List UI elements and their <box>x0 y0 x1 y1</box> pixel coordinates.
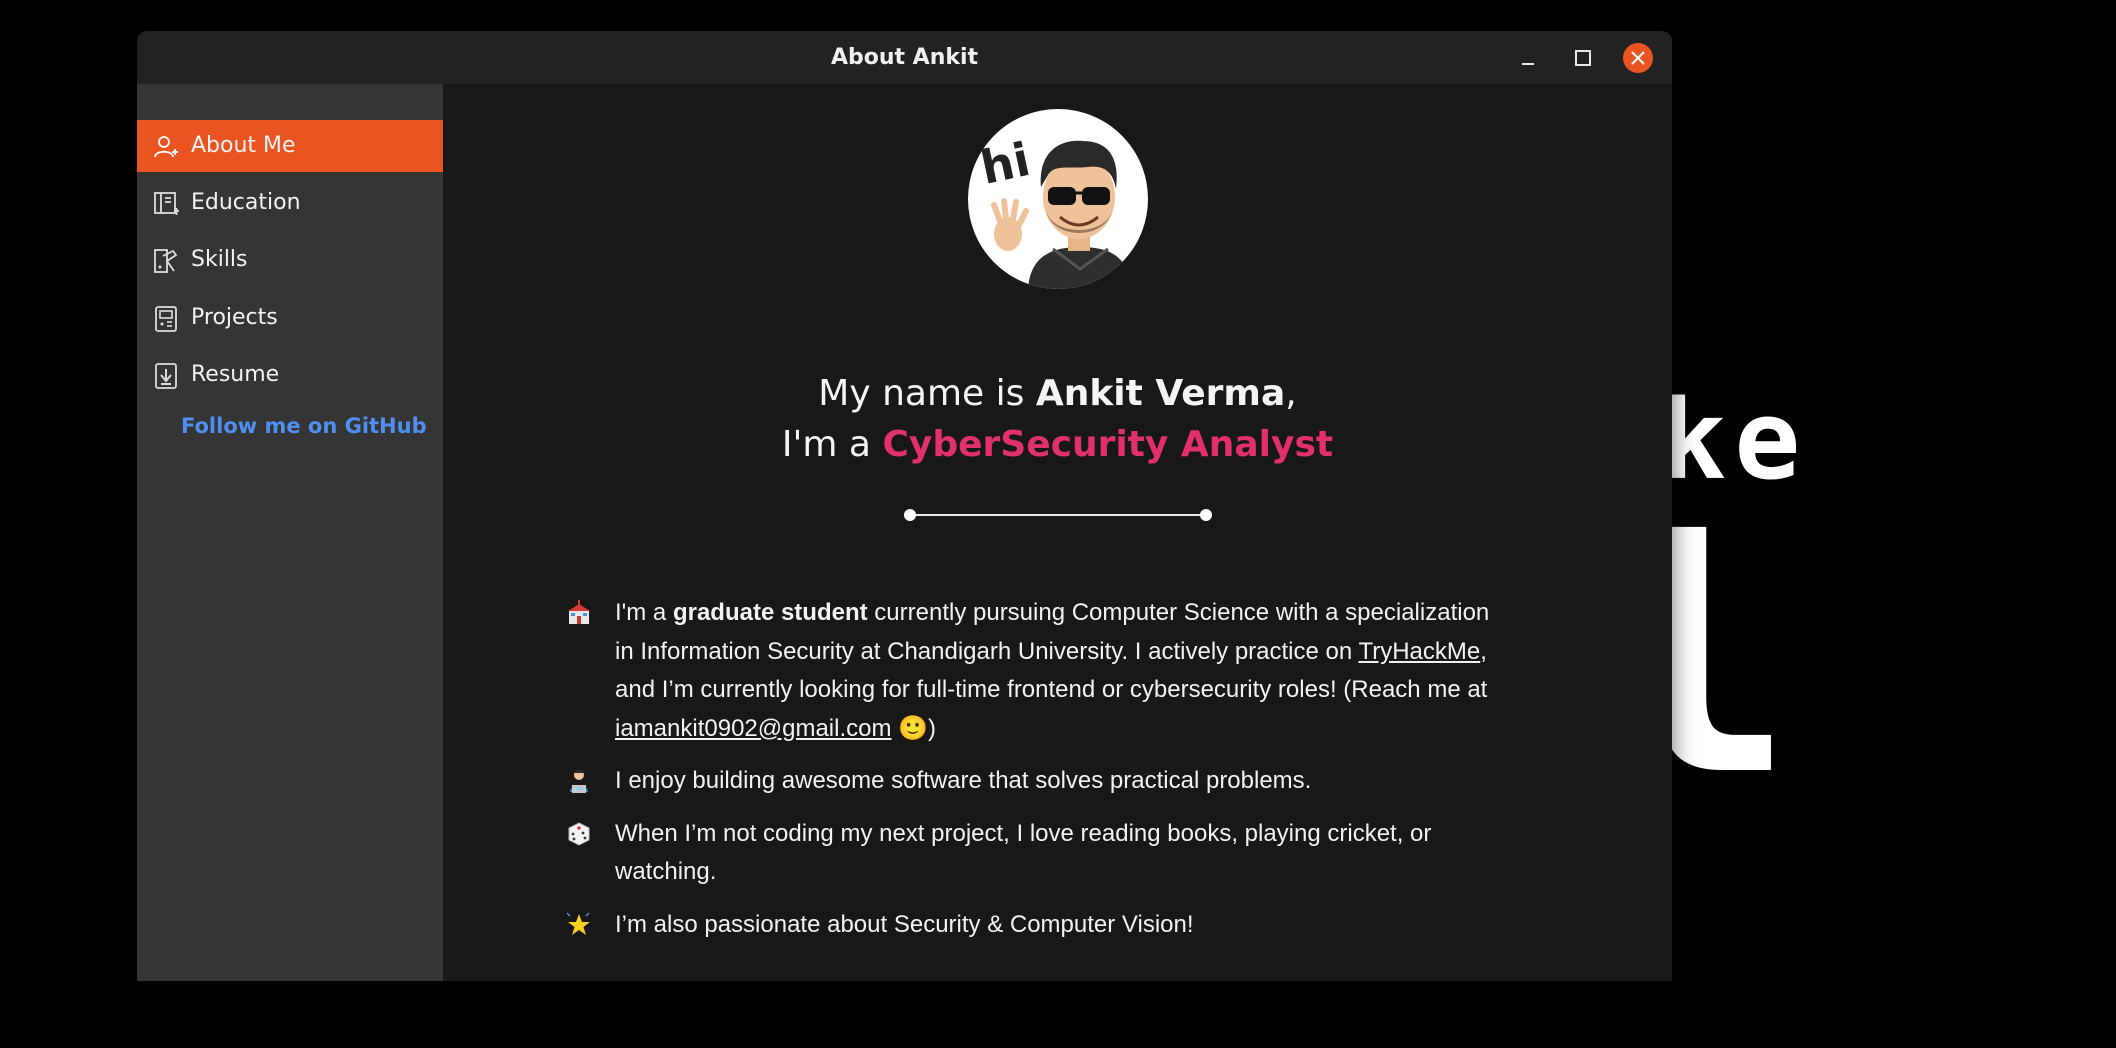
minimize-button[interactable] <box>1513 43 1543 73</box>
heading-name-line: My name is Ankit Verma, <box>443 369 1672 419</box>
book-icon <box>154 192 179 215</box>
heading-role-line: I'm a CyberSecurity Analyst <box>443 420 1672 470</box>
heading-comma: , <box>1285 373 1297 414</box>
person-name: Ankit Verma <box>1035 373 1286 414</box>
sidebar-item-resume[interactable]: Resume <box>137 349 443 401</box>
app-window: About Ankit About Me Education Skills Pr… <box>137 31 1672 981</box>
email-link[interactable]: iamankit0902@gmail.com <box>615 715 891 742</box>
bullet-text: I'm a <box>615 599 667 626</box>
sidebar-item-about-me[interactable]: About Me <box>137 120 443 172</box>
sidebar: About Me Education Skills Projects Resum… <box>137 84 443 981</box>
list-item: When I’m not coding my next project, I l… <box>566 815 1506 892</box>
minimize-icon <box>1522 63 1534 65</box>
sidebar-item-label: Projects <box>191 305 278 330</box>
list-item: I’m also passionate about Security & Com… <box>566 906 1506 945</box>
sidebar-item-label: About Me <box>191 133 296 158</box>
sidebar-item-skills[interactable]: Skills <box>137 234 443 286</box>
bullet-text: 🙂) <box>898 714 937 742</box>
github-link[interactable]: Follow me on GitHub <box>181 414 427 438</box>
heading-role-prefix: I'm a <box>781 424 871 465</box>
sidebar-item-label: Resume <box>191 362 280 387</box>
avatar: hi <box>968 109 1148 289</box>
title-bar[interactable]: About Ankit <box>137 31 1672 85</box>
user-plus-icon <box>154 136 178 158</box>
maximize-button[interactable] <box>1568 43 1598 73</box>
close-button[interactable] <box>1623 43 1653 73</box>
sidebar-item-education[interactable]: Education <box>137 177 443 229</box>
school-icon <box>568 600 590 624</box>
bullet-bold-text: graduate student <box>672 599 868 626</box>
sidebar-item-label: Skills <box>191 247 248 272</box>
die-icon <box>568 821 590 846</box>
tools-icon <box>154 249 178 273</box>
divider <box>904 509 1212 521</box>
close-icon <box>1631 51 1645 65</box>
about-bullet-list: I'm a graduate student currently pursuin… <box>566 594 1506 958</box>
maximize-icon <box>1575 50 1591 66</box>
sidebar-item-projects[interactable]: Projects <box>137 292 443 344</box>
bullet-text: I enjoy building awesome software that s… <box>615 767 1312 794</box>
bullet-text: I’m also passionate about Security & Com… <box>615 910 1194 938</box>
avatar-image: hi <box>976 132 1132 289</box>
role-title: CyberSecurity Analyst <box>882 424 1334 465</box>
main-content: hi My name is Ankit Verma, I'm a CyberSe… <box>443 84 1672 981</box>
list-item: I'm a graduate student currently pursuin… <box>566 594 1506 748</box>
heading-prefix: My name is <box>818 373 1025 414</box>
bullet-text: When I’m not coding my next project, I l… <box>615 819 1432 886</box>
window-title: About Ankit <box>830 45 979 70</box>
star-icon <box>566 911 590 935</box>
tryhackme-link[interactable]: TryHackMe <box>1358 638 1480 665</box>
technologist-icon <box>570 770 588 793</box>
download-icon <box>155 363 177 389</box>
device-icon <box>155 306 177 332</box>
sidebar-item-label: Education <box>191 190 301 215</box>
avatar-hi-text: hi <box>976 132 1035 195</box>
list-item: I enjoy building awesome software that s… <box>566 762 1506 801</box>
